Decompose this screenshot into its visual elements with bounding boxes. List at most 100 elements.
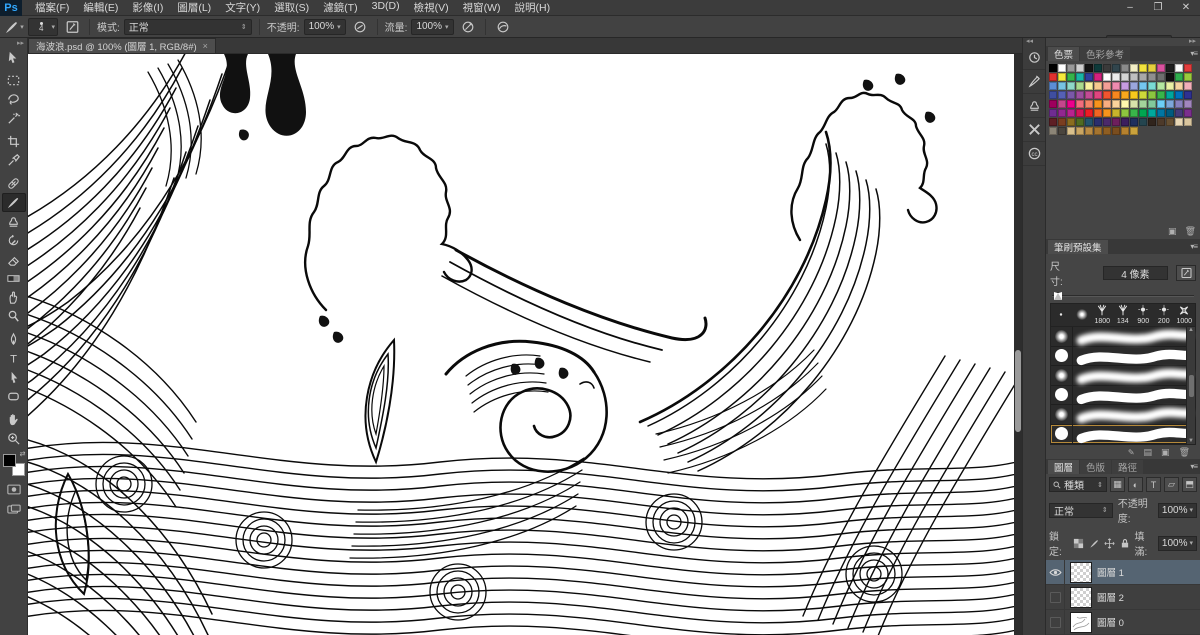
color-swatch[interactable]	[1175, 73, 1183, 81]
brush-preset-1800[interactable]: 1800	[1092, 304, 1113, 326]
color-swatch[interactable]	[1148, 73, 1156, 81]
color-chips[interactable]: ⇄	[3, 454, 25, 476]
color-swatch[interactable]	[1112, 73, 1120, 81]
visibility-toggle[interactable]	[1046, 610, 1065, 634]
lasso-tool[interactable]	[2, 90, 26, 109]
brush-preset-134[interactable]: 134	[1113, 304, 1134, 326]
color-swatch[interactable]	[1175, 64, 1183, 72]
menu-11[interactable]: 說明(H)	[508, 0, 558, 15]
color-swatch[interactable]	[1103, 82, 1111, 90]
color-swatch[interactable]	[1157, 118, 1165, 126]
color-swatch[interactable]	[1067, 64, 1075, 72]
trash-icon[interactable]: 🗑	[1179, 447, 1190, 458]
color-swatch[interactable]	[1157, 109, 1165, 117]
brush-preset-200[interactable]: 200	[1154, 304, 1175, 326]
color-swatch[interactable]	[1076, 109, 1084, 117]
expand-dock-icon[interactable]: ◂◂	[1026, 38, 1033, 46]
color-swatch[interactable]	[1103, 127, 1111, 135]
color-swatch[interactable]	[1130, 73, 1138, 81]
tab-brush-presets[interactable]: 筆刷預設集	[1048, 240, 1108, 254]
filter-smart-objects-icon[interactable]: ⬒	[1182, 477, 1197, 492]
color-swatch[interactable]	[1085, 100, 1093, 108]
pressure-size-button[interactable]	[493, 18, 513, 36]
scroll-up-icon[interactable]: ▲	[1188, 327, 1194, 333]
hand-tool[interactable]	[2, 410, 26, 429]
color-swatch[interactable]	[1157, 100, 1165, 108]
menu-6[interactable]: 選取(S)	[267, 0, 316, 15]
color-swatch[interactable]	[1139, 109, 1147, 117]
color-swatch[interactable]	[1130, 127, 1138, 135]
color-swatch[interactable]	[1139, 82, 1147, 90]
color-swatch[interactable]	[1085, 109, 1093, 117]
color-swatch[interactable]	[1103, 100, 1111, 108]
color-swatch[interactable]	[1067, 118, 1075, 126]
color-swatch[interactable]	[1076, 73, 1084, 81]
eyedropper-tool[interactable]	[2, 151, 26, 170]
color-swatch[interactable]	[1049, 109, 1057, 117]
color-swatch[interactable]	[1058, 82, 1066, 90]
brush-size-field[interactable]: 4 像素	[1103, 266, 1169, 280]
color-swatch[interactable]	[1103, 91, 1111, 99]
visibility-toggle[interactable]	[1046, 560, 1065, 584]
color-swatch[interactable]	[1094, 91, 1102, 99]
layer-thumbnail[interactable]	[1070, 587, 1092, 608]
brush-stroke-preview-row[interactable]	[1051, 386, 1195, 406]
filter-pixel-layers-icon[interactable]: ▦	[1110, 477, 1125, 492]
panel-menu-icon[interactable]: ▾≡	[1190, 242, 1197, 251]
trash-icon[interactable]: 🗑	[1185, 226, 1196, 237]
color-swatch[interactable]	[1184, 64, 1192, 72]
color-swatch[interactable]	[1085, 73, 1093, 81]
color-swatch[interactable]	[1166, 73, 1174, 81]
color-swatch[interactable]	[1121, 118, 1129, 126]
brush-list-scrollbar[interactable]: ▲ ▼	[1186, 327, 1195, 444]
color-swatch[interactable]	[1103, 73, 1111, 81]
color-swatch[interactable]	[1166, 82, 1174, 90]
shape-tool[interactable]	[2, 387, 26, 406]
color-swatch[interactable]	[1166, 64, 1174, 72]
color-swatch[interactable]	[1139, 100, 1147, 108]
gradient-tool[interactable]	[2, 269, 26, 288]
color-swatch[interactable]	[1094, 73, 1102, 81]
menu-4[interactable]: 圖層(L)	[170, 0, 218, 15]
color-swatch[interactable]	[1148, 109, 1156, 117]
layer-row[interactable]: 圖層 0	[1046, 610, 1200, 635]
color-swatch[interactable]	[1103, 109, 1111, 117]
panel-button-tool-presets[interactable]	[1023, 118, 1045, 142]
color-swatch[interactable]	[1094, 118, 1102, 126]
color-swatch[interactable]	[1130, 64, 1138, 72]
color-swatch[interactable]	[1184, 100, 1192, 108]
color-swatch[interactable]	[1112, 82, 1120, 90]
menu-2[interactable]: 編輯(E)	[76, 0, 125, 15]
color-swatch[interactable]	[1130, 91, 1138, 99]
color-swatch[interactable]	[1094, 82, 1102, 90]
color-swatch[interactable]	[1148, 118, 1156, 126]
crop-tool[interactable]	[2, 132, 26, 151]
color-swatch[interactable]	[1121, 109, 1129, 117]
airbrush-toggle-button[interactable]	[458, 18, 478, 36]
color-swatch[interactable]	[1049, 64, 1057, 72]
color-swatch[interactable]	[1058, 91, 1066, 99]
path-selection-tool[interactable]	[2, 368, 26, 387]
brush-size-slider[interactable]	[1052, 291, 1194, 301]
visibility-toggle[interactable]	[1046, 585, 1065, 609]
color-swatch[interactable]	[1094, 127, 1102, 135]
brush-stroke-preview-row[interactable]	[1051, 327, 1195, 347]
pressure-opacity-button[interactable]	[350, 18, 370, 36]
brush-stroke-preview-row[interactable]	[1051, 425, 1195, 445]
tab-color-guide[interactable]: 色彩參考	[1080, 47, 1130, 61]
panel-button-history[interactable]	[1023, 46, 1045, 70]
flow-input[interactable]: 100% ▾	[411, 19, 453, 35]
color-swatch[interactable]	[1175, 118, 1183, 126]
restore-button[interactable]: ❐	[1144, 0, 1172, 15]
color-swatch[interactable]	[1076, 100, 1084, 108]
layer-fill-input[interactable]: 100% ▾	[1158, 536, 1197, 551]
color-swatch[interactable]	[1166, 91, 1174, 99]
color-swatch[interactable]	[1085, 82, 1093, 90]
new-swatch-icon[interactable]: ▣	[1168, 226, 1177, 237]
color-swatch[interactable]	[1157, 91, 1165, 99]
color-swatch[interactable]	[1121, 91, 1129, 99]
color-swatch[interactable]	[1184, 82, 1192, 90]
panel-button-creative-cloud[interactable]: cc	[1023, 142, 1045, 166]
foreground-color[interactable]	[3, 454, 16, 467]
airbrush-icon[interactable]: ✎	[1128, 448, 1135, 457]
